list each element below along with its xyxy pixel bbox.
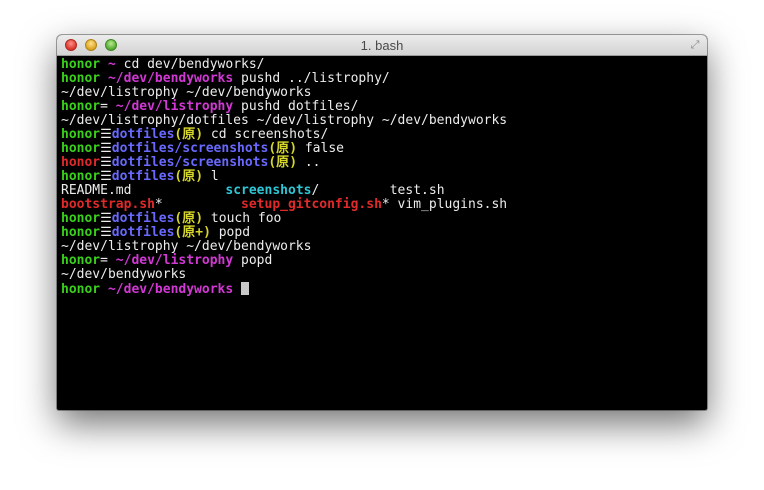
terminal-text: honor [61, 155, 101, 170]
terminal-line: honor☰dotfiles(原) cd screenshots/ [61, 128, 703, 142]
title-bar[interactable]: 1. bash ⤢ [57, 35, 707, 56]
terminal-text: honor [61, 127, 101, 142]
terminal-text: * vim_plugins.sh [381, 197, 508, 212]
terminal-text: dotfiles [111, 225, 175, 240]
terminal-text: 原 [276, 141, 290, 156]
terminal-line: honor☰dotfiles/screenshots(原) false [61, 142, 703, 156]
terminal-text: = [100, 253, 116, 268]
terminal-text: screenshots [225, 183, 312, 198]
terminal-text: dotfiles [111, 127, 175, 142]
terminal-text: honor [61, 71, 101, 86]
terminal-text: ( [268, 155, 277, 170]
terminal-line: README.md screenshots/ test.sh [61, 184, 703, 198]
terminal-text: honor [61, 225, 101, 240]
terminal-text: ( [268, 141, 277, 156]
cursor [241, 282, 250, 295]
terminal-text: 原 [276, 155, 290, 170]
terminal-text: honor [61, 99, 101, 114]
terminal-line: ~/dev/listrophy/dotfiles ~/dev/listrophy… [61, 114, 703, 128]
terminal-window: 1. bash ⤢ honor ~ cd dev/bendyworks/hono… [57, 35, 707, 410]
terminal-text: dotfiles [111, 211, 175, 226]
terminal-text: ~/dev/listrophy [115, 253, 234, 268]
terminal-line: honor= ~/dev/listrophy popd [61, 254, 703, 268]
terminal-text: dotfiles [111, 169, 175, 184]
terminal-text: setup_gitconfig.sh [241, 197, 382, 212]
terminal-text: bootstrap.sh [61, 197, 155, 212]
terminal-text: ) [289, 155, 298, 170]
terminal-text: .. [297, 155, 321, 170]
terminal-text: 原+ [182, 225, 204, 240]
terminal-text: honor [61, 141, 101, 156]
terminal-text: = [100, 99, 116, 114]
terminal-text: pushd dotfiles/ [233, 99, 359, 114]
terminal-text: / test.sh [311, 183, 445, 198]
terminal-line: ~/dev/bendyworks [61, 268, 703, 282]
terminal-text: pushd ../listrophy/ [233, 71, 390, 86]
terminal-line: honor ~/dev/bendyworks pushd ../listroph… [61, 72, 703, 86]
terminal-text: ☰ [100, 127, 112, 142]
terminal-text: touch foo [203, 211, 282, 226]
terminal-text: README.md [61, 183, 226, 198]
terminal-output[interactable]: honor ~ cd dev/bendyworks/honor ~/dev/be… [61, 58, 703, 406]
terminal-line: honor☰dotfiles(原) touch foo [61, 212, 703, 226]
terminal-text: ) [195, 211, 204, 226]
terminal-text: ) [203, 225, 211, 240]
terminal-text: ~/dev/bendyworks [61, 267, 187, 282]
terminal-text: cd screenshots/ [203, 127, 329, 142]
terminal-text: cd dev/bendyworks/ [123, 57, 265, 72]
terminal-text: honor [61, 169, 101, 184]
terminal-text: honor [61, 282, 101, 297]
terminal-line: ~/dev/listrophy ~/dev/bendyworks [61, 240, 703, 254]
terminal-text: ☰ [100, 169, 112, 184]
fullscreen-icon[interactable]: ⤢ [689, 39, 701, 51]
terminal-text: false [297, 141, 344, 156]
terminal-text: 原 [182, 211, 196, 226]
terminal-text: honor [61, 253, 101, 268]
terminal-text: ~/dev/bendyworks [100, 71, 234, 86]
terminal-text: dotfiles/screenshots [111, 155, 269, 170]
window-title: 1. bash [360, 38, 404, 53]
terminal-text: ~ [100, 57, 124, 72]
terminal-text: 原 [182, 127, 196, 142]
terminal-text: popd [233, 253, 273, 268]
terminal-text: 原 [182, 169, 196, 184]
terminal-line: honor= ~/dev/listrophy pushd dotfiles/ [61, 100, 703, 114]
terminal-text: ~/dev/listrophy ~/dev/bendyworks [61, 85, 312, 100]
terminal-text: * [154, 197, 242, 212]
terminal-text: honor [61, 57, 101, 72]
terminal-text: ~/dev/listrophy/dotfiles ~/dev/listrophy… [61, 113, 508, 128]
terminal-line: honor☰dotfiles(原+) popd [61, 226, 703, 240]
terminal-text: ☰ [100, 211, 112, 226]
terminal-text: ~/dev/listrophy [115, 99, 234, 114]
terminal-line: honor☰dotfiles/screenshots(原) .. [61, 156, 703, 170]
terminal-text: dotfiles/screenshots [111, 141, 269, 156]
terminal-text: ☰ [100, 155, 112, 170]
terminal-text: ~/dev/bendyworks [100, 282, 234, 297]
terminal-text: ) [289, 141, 298, 156]
terminal-text: popd [210, 225, 251, 240]
terminal-text: honor [61, 211, 101, 226]
terminal-text: ) [195, 127, 204, 142]
terminal-line: honor ~ cd dev/bendyworks/ [61, 58, 703, 72]
terminal-text: l [203, 169, 219, 184]
terminal-line: honor☰dotfiles(原) l [61, 170, 703, 184]
terminal-line: ~/dev/listrophy ~/dev/bendyworks [61, 86, 703, 100]
terminal-text: ~/dev/listrophy ~/dev/bendyworks [61, 239, 312, 254]
terminal-text: ) [195, 169, 204, 184]
terminal-text: ☰ [100, 141, 112, 156]
terminal-line: honor ~/dev/bendyworks [61, 282, 703, 297]
terminal-line: bootstrap.sh* setup_gitconfig.sh* vim_pl… [61, 198, 703, 212]
terminal-text: ☰ [100, 225, 112, 240]
